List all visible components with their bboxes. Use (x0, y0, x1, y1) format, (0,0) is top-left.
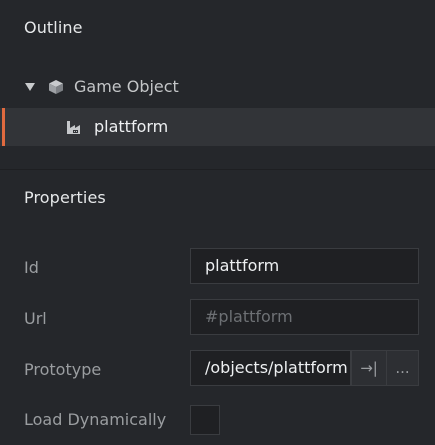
expand-caret-icon[interactable] (25, 83, 35, 91)
selection-indicator (2, 108, 5, 146)
load-dynamically-label: Load Dynamically (24, 410, 167, 429)
tree-item-label: plattform (94, 117, 169, 136)
prototype-label: Prototype (24, 360, 102, 379)
tree-item-plattform[interactable]: plattform (0, 108, 435, 146)
tree-item-label: Game Object (74, 77, 179, 96)
outline-title: Outline (24, 18, 83, 37)
goto-prototype-button[interactable]: →| (351, 350, 387, 386)
collection-factory-icon (67, 121, 80, 134)
load-dynamically-checkbox[interactable] (190, 405, 220, 435)
browse-button[interactable]: ... (386, 350, 419, 386)
tree-item-game-object[interactable]: Game Object (0, 68, 435, 106)
id-input[interactable]: plattform (190, 248, 419, 284)
properties-panel: Properties Id plattform Url #plattform P… (0, 170, 435, 445)
game-object-cube-icon (49, 80, 63, 94)
url-input[interactable]: #plattform (190, 299, 419, 335)
properties-title: Properties (24, 188, 106, 207)
prototype-input[interactable]: /objects/plattform (190, 350, 351, 386)
goto-arrow-icon: →| (360, 359, 378, 377)
outline-panel: Outline Game Object plattform (0, 0, 435, 169)
url-label: Url (24, 309, 47, 328)
id-label: Id (24, 258, 39, 277)
browse-label: ... (395, 359, 410, 377)
